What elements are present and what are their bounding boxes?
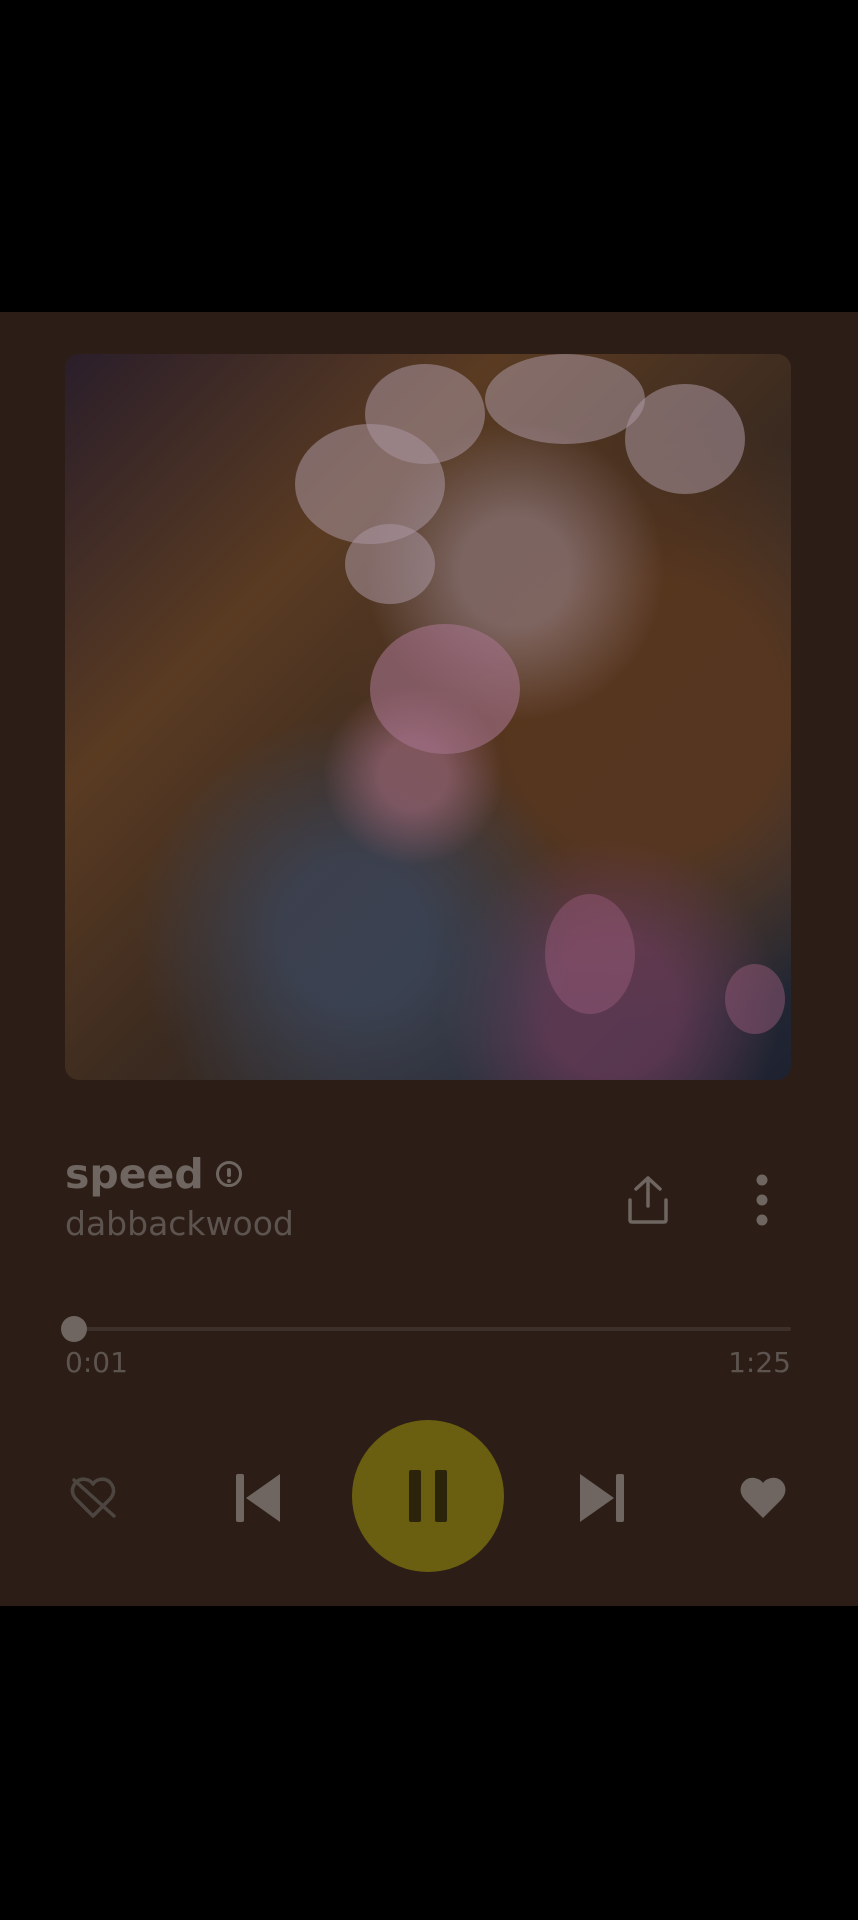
more-options-button[interactable] <box>740 1170 784 1230</box>
share-button[interactable] <box>620 1172 676 1228</box>
total-duration: 1:25 <box>728 1346 791 1379</box>
share-icon <box>628 1176 668 1224</box>
song-title[interactable]: speed <box>65 1150 204 1198</box>
title-row: speed <box>65 1150 242 1198</box>
previous-button[interactable] <box>230 1470 286 1526</box>
progress-knob[interactable] <box>60 1316 87 1342</box>
explicit-info-icon <box>215 1161 242 1187</box>
pause-button[interactable] <box>352 1420 504 1572</box>
skip-previous-icon <box>236 1474 280 1522</box>
heart-icon <box>740 1477 786 1518</box>
skip-next-icon <box>580 1474 624 1522</box>
elapsed-time: 0:01 <box>65 1346 128 1379</box>
album-art <box>65 354 791 1080</box>
pause-icon <box>409 1470 447 1522</box>
progress-bar[interactable] <box>60 1316 791 1342</box>
artist-name[interactable]: dabbackwood <box>65 1204 294 1243</box>
like-button[interactable] <box>736 1472 790 1522</box>
next-button[interactable] <box>574 1470 630 1526</box>
more-vertical-icon <box>756 1174 768 1226</box>
dislike-button[interactable] <box>68 1472 118 1522</box>
dislike-heart-icon <box>70 1477 116 1518</box>
